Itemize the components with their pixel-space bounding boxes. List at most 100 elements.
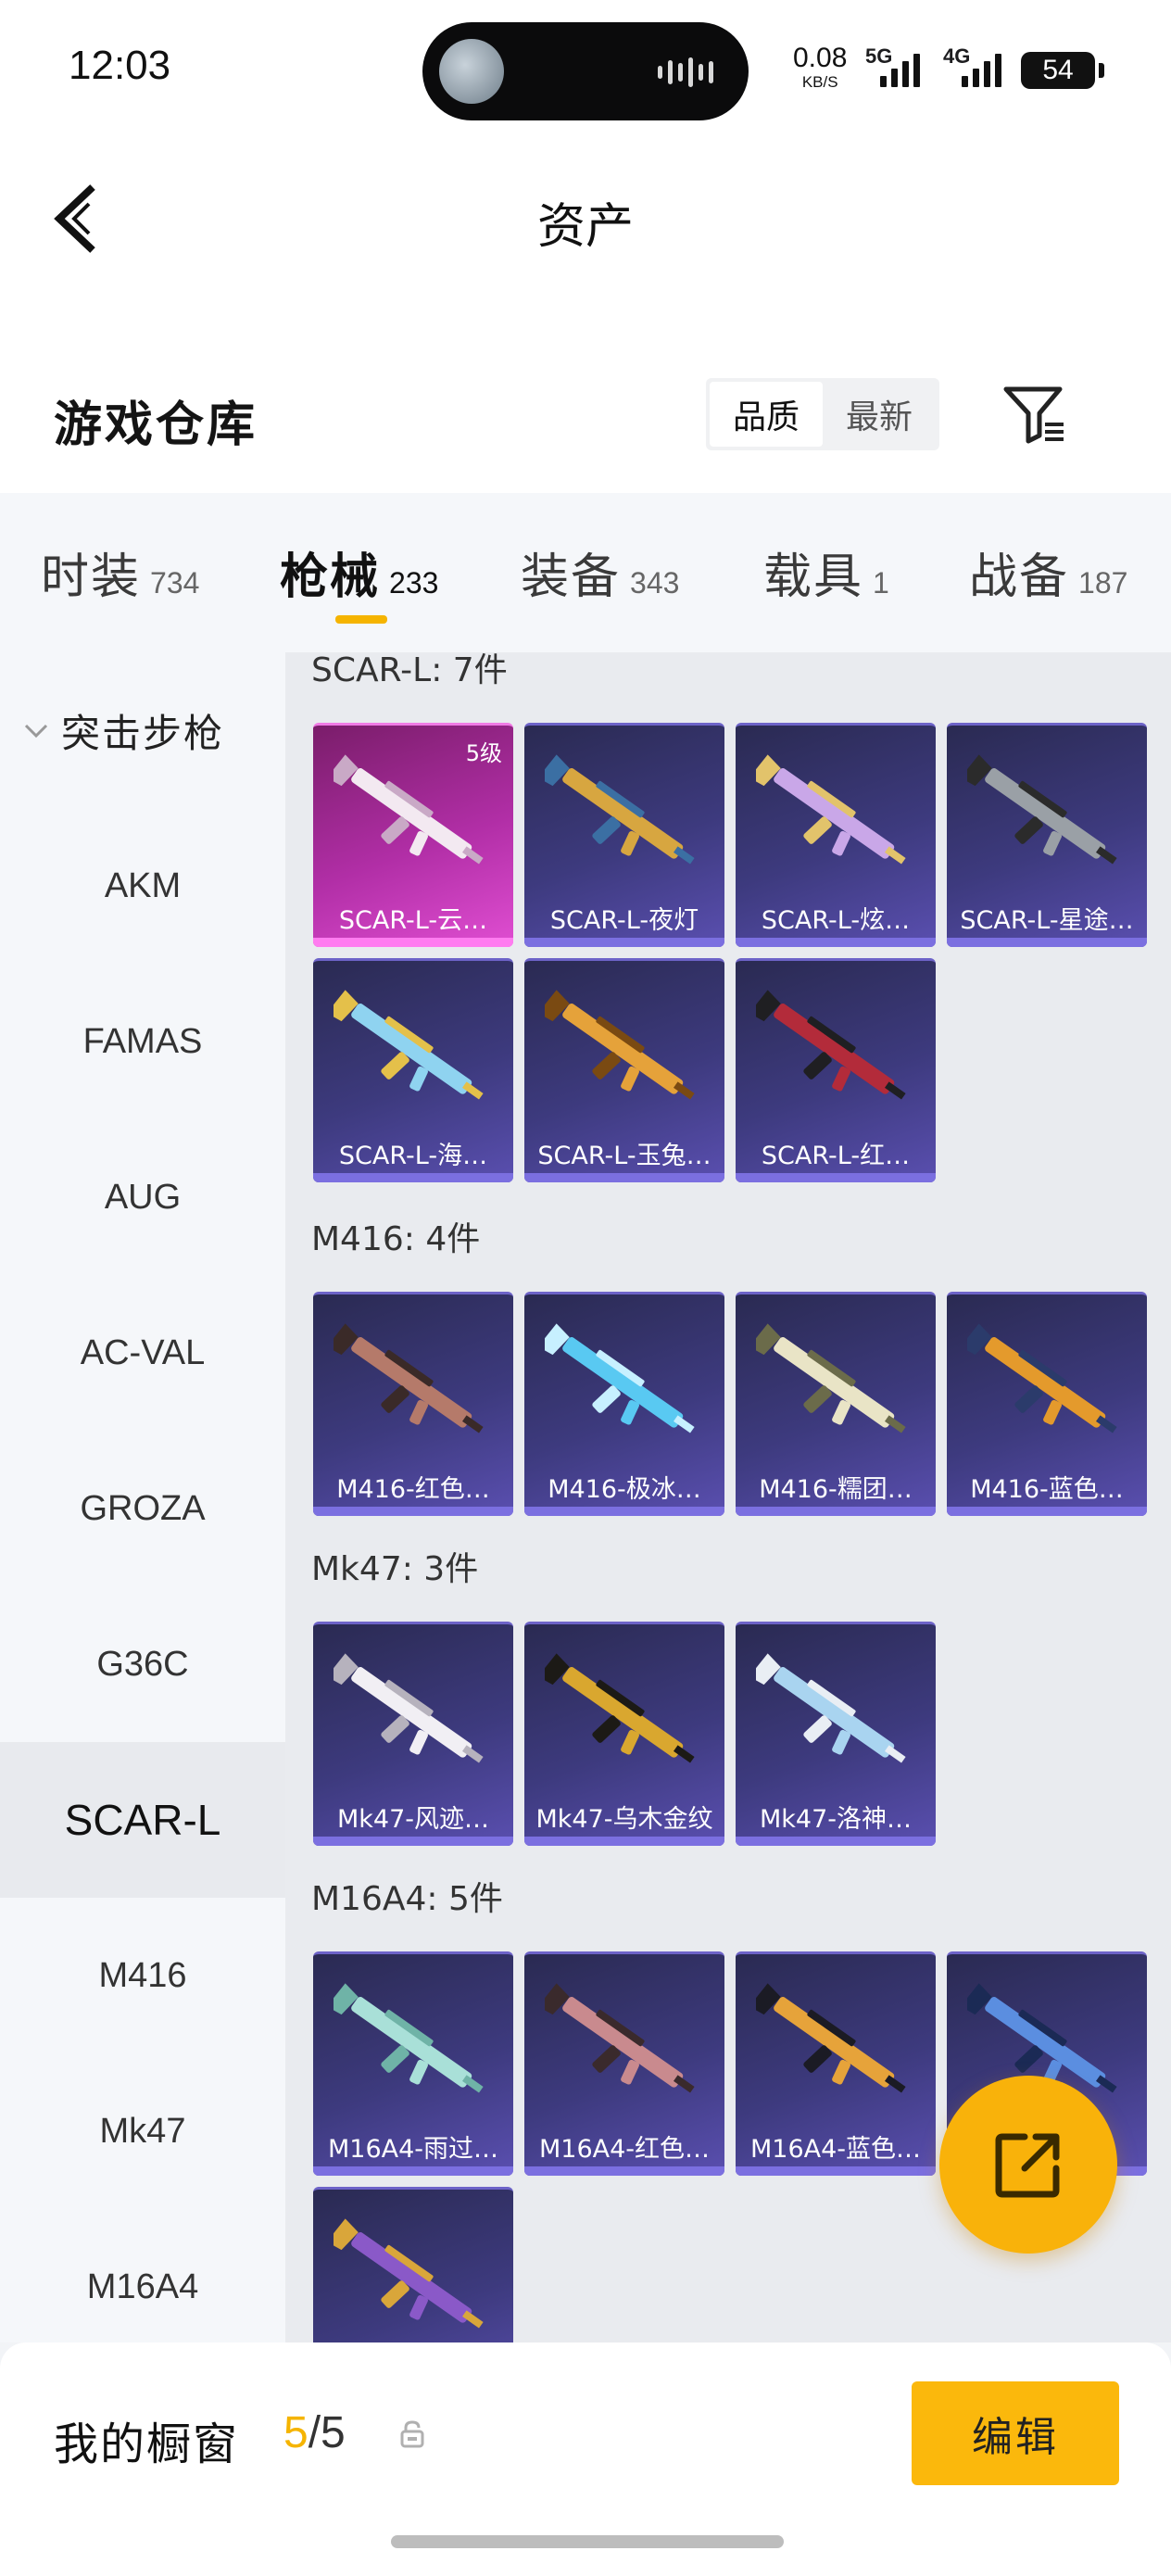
dynamic-island[interactable]: [422, 22, 749, 120]
skin-card[interactable]: SCAR-L-夜灯: [524, 723, 724, 947]
sidebar-item-aug[interactable]: AUG: [0, 1119, 285, 1275]
skin-card[interactable]: SCAR-L-炫…: [736, 723, 936, 947]
section-title-mk47: Mk47: 3件: [311, 1550, 479, 1588]
app-root: 12:03 0.08 KB/S 5G 4G 54 资产 游戏仓库 品质 最新 时…: [0, 0, 1171, 2576]
signal-4g-icon: 4G: [936, 44, 1006, 91]
warehouse-header: 游戏仓库 品质 最新: [0, 297, 1171, 493]
signal-5g-icon: 5G: [865, 44, 921, 91]
rifle-skin-icon: [545, 990, 695, 1100]
tab-count: 233: [389, 566, 439, 600]
skin-name: SCAR-L-炫…: [761, 906, 911, 935]
skin-card[interactable]: M16A4-雨过…: [313, 1951, 513, 2176]
section-title-scar-l: SCAR-L: 7件: [311, 652, 508, 689]
tab-vehicles[interactable]: 载具 1: [763, 537, 889, 607]
network-speed: 0.08 KB/S: [793, 43, 848, 91]
battery-icon: 54: [1021, 52, 1104, 89]
share-external-icon: [995, 2133, 1060, 2198]
active-tab-indicator: [335, 615, 387, 624]
sidebar-item-m416[interactable]: M416: [0, 1898, 285, 2053]
battery-level: 54: [1042, 55, 1074, 85]
skin-card[interactable]: SCAR-L-海…: [313, 958, 513, 1182]
skin-card[interactable]: M416-红色…: [313, 1292, 513, 1516]
rifle-skin-icon: [334, 1323, 484, 1433]
sidebar-item-scar-l[interactable]: SCAR-L: [0, 1742, 285, 1898]
skin-name: Mk47-乌木金纹: [535, 1805, 713, 1834]
sidebar-item-mk47[interactable]: Mk47: [0, 2053, 285, 2209]
share-button[interactable]: [939, 2076, 1117, 2254]
lock-icon: [400, 2420, 424, 2448]
skin-name: SCAR-L-海…: [338, 1142, 488, 1170]
sidebar-item-m16a4[interactable]: M16A4: [0, 2209, 285, 2365]
showcase-current: 5: [283, 2408, 308, 2457]
showcase-total: /5: [308, 2408, 346, 2457]
section-title-m16a4: M16A4: 5件: [311, 1880, 503, 1918]
tab-count: 187: [1078, 566, 1128, 600]
rifle-skin-icon: [756, 754, 906, 865]
status-time: 12:03: [69, 43, 171, 88]
skin-name: SCAR-L-红…: [761, 1142, 911, 1170]
sort-quality-button[interactable]: 品质: [710, 382, 823, 447]
skin-card[interactable]: Mk47-风迹…: [313, 1622, 513, 1846]
rifle-skin-icon: [334, 754, 484, 865]
media-thumbnail: [439, 39, 504, 104]
skin-card[interactable]: [313, 2187, 513, 2342]
page-title: 资产: [536, 199, 634, 255]
sidebar-item-akm[interactable]: AKM: [0, 808, 285, 964]
skin-name: M416-红色…: [336, 1475, 490, 1504]
showcase-count: 5/5: [283, 2407, 346, 2458]
sidebar-group-assault-rifles[interactable]: 突击步枪: [0, 652, 285, 808]
rifle-skin-icon: [756, 1653, 906, 1763]
skin-name: M16A4-雨过…: [327, 2135, 499, 2164]
skin-card[interactable]: M416-蓝色…: [947, 1292, 1147, 1516]
tab-label: 载具: [763, 549, 864, 605]
sidebar-item-g36c[interactable]: G36C: [0, 1586, 285, 1742]
skin-name: Mk47-洛神…: [759, 1805, 913, 1834]
skin-card[interactable]: M416-糯团…: [736, 1292, 936, 1516]
skin-card[interactable]: SCAR-L-红…: [736, 958, 936, 1182]
warehouse-title: 游戏仓库: [54, 397, 258, 453]
category-tabs: 时装 734 枪械 233 装备 343 载具 1 战备 187: [0, 493, 1171, 652]
sidebar-group-label: 突击步枪: [61, 710, 225, 756]
nav-bar: 资产: [0, 139, 1171, 297]
skin-card[interactable]: 5级 SCAR-L-云…: [313, 723, 513, 947]
skin-card[interactable]: SCAR-L-玉兔…: [524, 958, 724, 1182]
filter-button[interactable]: [1002, 382, 1067, 447]
rifle-skin-icon: [756, 990, 906, 1100]
sidebar-item-groza[interactable]: GROZA: [0, 1431, 285, 1586]
section-title-m416: M416: 4件: [311, 1220, 481, 1258]
network-speed-value: 0.08: [793, 43, 848, 73]
audio-wave-icon: [658, 57, 717, 87]
rifle-skin-icon: [545, 1983, 695, 2093]
tab-count: 343: [630, 566, 680, 600]
rifle-skin-icon: [756, 1323, 906, 1433]
edit-button[interactable]: 编辑: [912, 2381, 1119, 2485]
skin-card[interactable]: SCAR-L-星途…: [947, 723, 1147, 947]
sidebar-item-ac-val[interactable]: AC-VAL: [0, 1275, 285, 1431]
tab-fashion[interactable]: 时装 734: [41, 537, 199, 607]
rifle-skin-icon: [967, 754, 1117, 865]
rifle-skin-icon: [967, 1323, 1117, 1433]
rifle-skin-icon: [545, 1653, 695, 1763]
rifle-skin-icon: [756, 1983, 906, 2093]
skin-card[interactable]: M416-极冰…: [524, 1292, 724, 1516]
rifle-skin-icon: [334, 1653, 484, 1763]
tab-combat-gear[interactable]: 战备 187: [969, 537, 1127, 607]
sidebar-item-famas[interactable]: FAMAS: [0, 964, 285, 1119]
tab-label: 战备: [969, 549, 1070, 605]
skin-name: M416-极冰…: [548, 1475, 701, 1504]
chevron-down-icon: [24, 724, 48, 739]
tab-label: 装备: [521, 549, 622, 605]
tab-weapons[interactable]: 枪械 233: [280, 537, 438, 607]
tab-equipment[interactable]: 装备 343: [521, 537, 679, 607]
home-indicator[interactable]: [391, 2535, 784, 2548]
tab-label: 枪械: [280, 549, 381, 605]
skin-card[interactable]: M16A4-蓝色…: [736, 1951, 936, 2176]
skin-card[interactable]: Mk47-乌木金纹: [524, 1622, 724, 1846]
skin-name: M16A4-蓝色…: [749, 2135, 922, 2164]
sort-toggle: 品质 最新: [706, 378, 939, 450]
skin-name: SCAR-L-玉兔…: [537, 1142, 711, 1170]
sort-newest-button[interactable]: 最新: [823, 382, 936, 447]
skin-card[interactable]: Mk47-洛神…: [736, 1622, 936, 1846]
tab-count: 734: [150, 566, 200, 600]
skin-card[interactable]: M16A4-红色…: [524, 1951, 724, 2176]
